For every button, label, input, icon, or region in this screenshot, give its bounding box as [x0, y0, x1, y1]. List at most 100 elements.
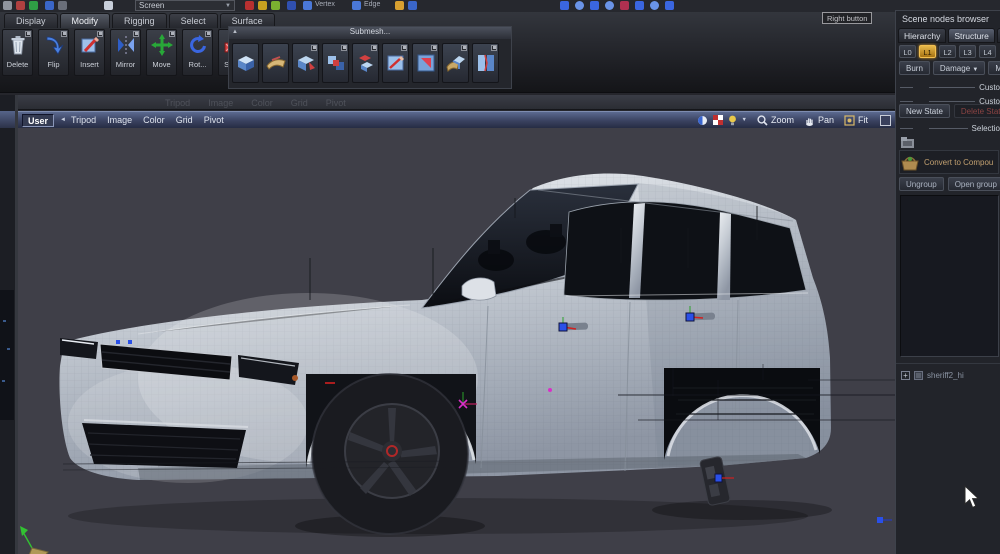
select-tool-icon[interactable]	[408, 1, 417, 10]
more-button[interactable]: M	[988, 61, 1000, 75]
node-visibility-checkbox[interactable]	[914, 371, 923, 380]
collapse-panel-icon[interactable]: ▲	[232, 29, 238, 35]
submesh-tool-1-button[interactable]	[232, 43, 259, 83]
file-icon[interactable]	[3, 1, 12, 10]
edge-mode-label[interactable]: Edge	[364, 1, 380, 8]
geom-tool-1-icon[interactable]	[560, 1, 569, 10]
vertex-mode-label[interactable]: Vertex	[315, 1, 335, 8]
secondary-viewport-sliver[interactable]	[0, 95, 15, 554]
geom-tool-7-icon[interactable]	[650, 1, 659, 10]
tool-options-badge[interactable]	[205, 31, 211, 37]
tab-structure[interactable]: Structure	[948, 28, 995, 43]
tab-display[interactable]: Display	[4, 13, 58, 28]
material-green-icon[interactable]	[271, 1, 280, 10]
delete-red-icon[interactable]	[245, 1, 254, 10]
attach-icon	[327, 56, 344, 70]
insert-button[interactable]: Insert	[74, 29, 105, 76]
tool-options-badge[interactable]	[169, 31, 175, 37]
delete-button[interactable]: Delete	[2, 29, 33, 76]
texture-toggle-icon[interactable]	[712, 115, 723, 125]
shading-toggle-icon[interactable]	[697, 115, 708, 126]
tree-node-row[interactable]: + sheriff2_hi	[901, 371, 964, 380]
z-axis-icon[interactable]	[287, 1, 296, 10]
screen-mode-dropdown[interactable]: Screen ▼	[135, 0, 235, 11]
vertex-mode-icon[interactable]	[303, 1, 312, 10]
tool-options-badge[interactable]	[491, 45, 497, 51]
submesh-tool-8-button[interactable]	[442, 43, 469, 83]
lighting-dropdown-icon[interactable]: ▼	[742, 117, 747, 123]
mirror-button[interactable]: Mirror	[110, 29, 141, 76]
paste-icon[interactable]	[104, 1, 113, 10]
redo-icon[interactable]	[29, 1, 38, 10]
tab-modify[interactable]: Modify	[59, 13, 111, 28]
tab-rigging[interactable]: Rigging	[112, 13, 167, 28]
tool-options-badge[interactable]	[431, 45, 437, 51]
nodes-tree-area[interactable]	[900, 195, 999, 357]
delete-state-button[interactable]: Delete Stat	[953, 104, 1000, 118]
tool-options-badge[interactable]	[61, 31, 67, 37]
viewport-3d-scene[interactable]	[18, 128, 895, 554]
undo-icon[interactable]	[16, 1, 25, 10]
lod-l1-button[interactable]: L1	[919, 45, 936, 58]
ungroup-button[interactable]: Ungroup	[899, 177, 944, 191]
tool-options-badge[interactable]	[461, 45, 467, 51]
burn-button[interactable]: Burn	[899, 61, 930, 75]
right-button-hint: Right button	[822, 12, 873, 24]
edge-mode-icon[interactable]	[352, 1, 361, 10]
maximize-viewport-icon[interactable]	[880, 114, 891, 126]
tool-options-badge[interactable]	[97, 31, 103, 37]
selection-set-icon[interactable]	[901, 137, 917, 149]
new-state-button[interactable]: New State	[899, 104, 950, 118]
menu-pivot[interactable]: Pivot	[204, 115, 224, 125]
menu-color[interactable]: Color	[143, 115, 165, 125]
submesh-panel-titlebar[interactable]: ▲ Submesh...	[229, 27, 511, 39]
submesh-tool-4-button[interactable]	[322, 43, 349, 83]
lod-l3-button[interactable]: L3	[959, 45, 976, 58]
submesh-tool-2-button[interactable]	[262, 43, 289, 83]
expand-node-icon[interactable]: +	[901, 371, 910, 380]
geom-tool-5-icon[interactable]	[620, 1, 629, 10]
settings-icon[interactable]	[45, 1, 54, 10]
browser-tabs: Hierarchy Structure Pro	[898, 28, 1000, 43]
open-group-button[interactable]: Open group	[947, 177, 1000, 191]
tab-hierarchy[interactable]: Hierarchy	[898, 28, 947, 43]
menu-image[interactable]: Image	[107, 115, 132, 125]
geom-tool-4-icon[interactable]	[605, 1, 614, 10]
tool-options-badge[interactable]	[401, 45, 407, 51]
lod-l0-button[interactable]: L0	[899, 45, 916, 58]
rotate-button[interactable]: Rot...	[182, 29, 213, 76]
tool-options-badge[interactable]	[341, 45, 347, 51]
convert-to-compound-button[interactable]: Convert to Compou	[899, 150, 999, 174]
submesh-tool-9-button[interactable]	[472, 43, 499, 83]
view-cycle-arrow-icon[interactable]: ◄	[60, 117, 66, 123]
move-button[interactable]: Move	[146, 29, 177, 76]
lighting-icon[interactable]	[728, 115, 737, 126]
submesh-tool-3-button[interactable]	[292, 43, 319, 83]
tab-select[interactable]: Select	[168, 13, 218, 28]
tool-options-badge[interactable]	[133, 31, 139, 37]
tool-options-badge[interactable]	[311, 45, 317, 51]
view-mode-button[interactable]: User	[22, 113, 55, 127]
fit-tool[interactable]: Fit	[844, 114, 868, 126]
tool-options-badge[interactable]	[25, 31, 31, 37]
lod-l4-button[interactable]: L4	[979, 45, 996, 58]
submesh-tool-7-button[interactable]	[412, 43, 439, 83]
tool-options-badge[interactable]	[371, 45, 377, 51]
submesh-tool-6-button[interactable]	[382, 43, 409, 83]
poly-mode-icon[interactable]	[395, 1, 404, 10]
ribbon: Display Modify Rigging Select Surface Ri…	[0, 12, 895, 93]
geom-tool-8-icon[interactable]	[665, 1, 674, 10]
geom-tool-3-icon[interactable]	[590, 1, 599, 10]
submesh-tool-5-button[interactable]	[352, 43, 379, 83]
menu-tripod[interactable]: Tripod	[71, 115, 96, 125]
damage-dropdown[interactable]: Damage ▼	[932, 61, 986, 75]
geom-tool-6-icon[interactable]	[635, 1, 644, 10]
zoom-tool[interactable]: Zoom	[757, 114, 794, 126]
geom-tool-2-icon[interactable]	[575, 1, 584, 10]
brush-icon[interactable]	[58, 1, 67, 10]
material-yellow-icon[interactable]	[258, 1, 267, 10]
flip-button[interactable]: Flip	[38, 29, 69, 76]
menu-grid[interactable]: Grid	[176, 115, 193, 125]
pan-tool[interactable]: Pan	[804, 115, 834, 126]
lod-l2-button[interactable]: L2	[939, 45, 956, 58]
